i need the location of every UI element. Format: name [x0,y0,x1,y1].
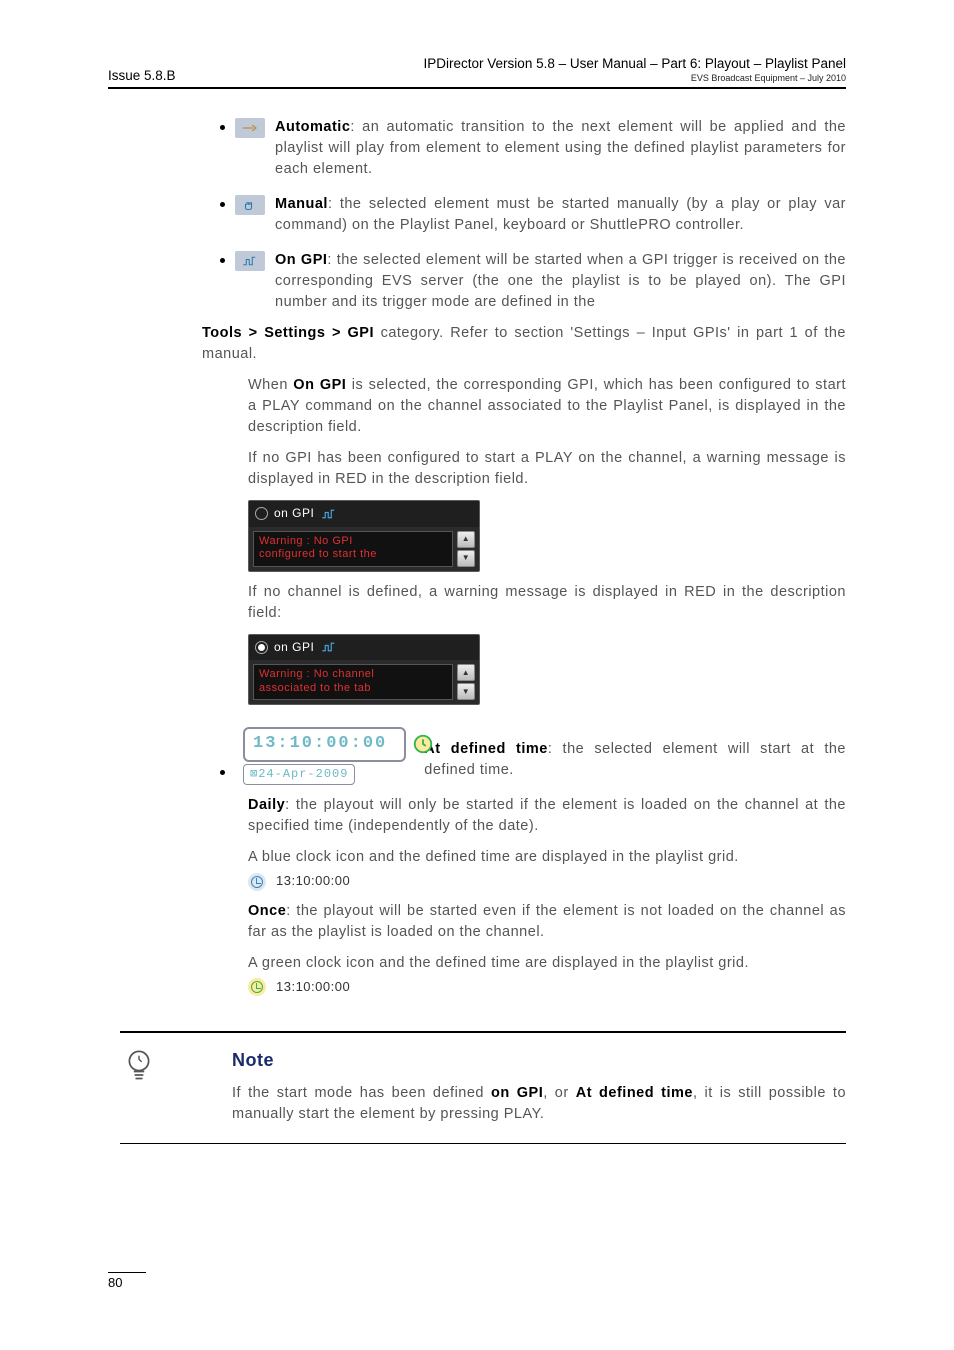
ongpi-text1: : the selected element will be started w… [275,252,846,310]
daily-text: : the playout will only be started if th… [248,797,846,834]
spin-down-button[interactable]: ▼ [457,550,475,567]
bullet-at-time: 13:10:00:00 ⊠24-Apr-2009 At defined time… [220,719,846,785]
gpi-icon [235,251,265,271]
issue-label: Issue 5.8.B [108,68,176,83]
green-clock-icon [248,978,266,996]
bullet-dot [220,258,225,263]
gpi-warn-line1: Warning : No GPI [259,535,447,549]
note-title: Note [232,1047,846,1073]
note-td: At defined time [576,1085,693,1101]
once-line: A green clock icon and the defined time … [248,953,846,974]
note-ta: If the start mode has been defined [232,1085,484,1101]
note-block: Note If the start mode has been defined … [120,1033,846,1143]
note-tc: , or [543,1085,568,1101]
ongpi-settings-link: Tools > Settings > GPI [202,325,374,341]
gpi-radio[interactable] [255,507,268,520]
gpi-radio-on[interactable] [255,641,268,654]
ongpi-nogpi-text: If no GPI has been configured to start a… [248,448,846,490]
time-field[interactable]: 13:10:00:00 [243,727,406,762]
manual-label: Manual [275,196,328,212]
clock-icon [412,733,434,755]
once-text: : the playout will be started even if th… [248,903,846,940]
spin-down-button[interactable]: ▼ [457,683,475,700]
bullet-dot [220,202,225,207]
footer-rule [108,1272,146,1274]
spin-up-button[interactable]: ▲ [457,664,475,681]
page: Issue 5.8.B IPDirector Version 5.8 – Use… [0,0,954,1350]
gpi-warn-field[interactable]: Warning : No GPI configured to start the [253,531,453,567]
time-value: 13:10:00:00 [253,734,387,753]
date-field[interactable]: ⊠24-Apr-2009 [243,764,355,785]
header-sub: EVS Broadcast Equipment – July 2010 [424,73,846,83]
blue-time-row: 13:10:00:00 [248,872,846,891]
ongpi-label: On GPI [275,252,327,268]
gpi-panel-nochan: on GPI Warning : No channel associated t… [248,634,480,705]
gpi-warn-line2: associated to the tab [259,682,447,696]
gpi-label: on GPI [274,505,314,522]
product-label: IPDirector Version 5.8 – User Manual – P… [424,56,846,71]
content-body: Automatic: an automatic transition to th… [220,117,846,1144]
green-time-row: 13:10:00:00 [248,978,846,997]
spin-up-button[interactable]: ▲ [457,531,475,548]
time-widget: 13:10:00:00 ⊠24-Apr-2009 [243,727,406,785]
gpi-warn-line1: Warning : No channel [259,668,447,682]
attime-label: At defined time [424,741,548,757]
automatic-icon [235,118,265,138]
blue-clock-icon [248,873,266,891]
daily-line: A blue clock icon and the defined time a… [248,847,846,868]
page-number: 80 [108,1275,146,1290]
page-footer: 80 [108,1272,146,1291]
bullet-dot [220,770,225,775]
automatic-text: : an automatic transition to the next el… [275,119,846,177]
note-text: If the start mode has been defined on GP… [232,1083,846,1125]
bullet-ongpi: On GPI: the selected element will be sta… [220,250,846,313]
page-header: Issue 5.8.B IPDirector Version 5.8 – Use… [108,56,846,83]
gpi-wave-icon [320,641,338,653]
note-bulb-icon [120,1047,158,1089]
blue-time-text: 13:10:00:00 [276,872,350,891]
manual-text: : the selected element must be started m… [275,196,846,233]
gpi-wave-icon [320,508,338,520]
automatic-label: Automatic [275,119,350,135]
bullet-automatic: Automatic: an automatic transition to th… [220,117,846,180]
bullet-dot [220,125,225,130]
gpi-warn-field[interactable]: Warning : No channel associated to the t… [253,664,453,700]
daily-label: Daily [248,797,285,813]
gpi-panel-nogpi: on GPI Warning : No GPI configured to st… [248,500,480,571]
ongpi-nochan-text: If no channel is defined, a warning mess… [248,582,846,624]
header-rule [108,87,846,89]
manual-icon [235,195,265,215]
ongpi-when-b: On GPI [293,377,346,393]
note-rule-bottom [120,1143,846,1145]
bullet-manual: Manual: the selected element must be sta… [220,194,846,236]
gpi-warn-line2: configured to start the [259,548,447,562]
note-tb: on GPI [491,1085,543,1101]
once-label: Once [248,903,286,919]
gpi-label: on GPI [274,639,314,656]
green-time-text: 13:10:00:00 [276,978,350,997]
ongpi-when-a: When [248,377,288,393]
